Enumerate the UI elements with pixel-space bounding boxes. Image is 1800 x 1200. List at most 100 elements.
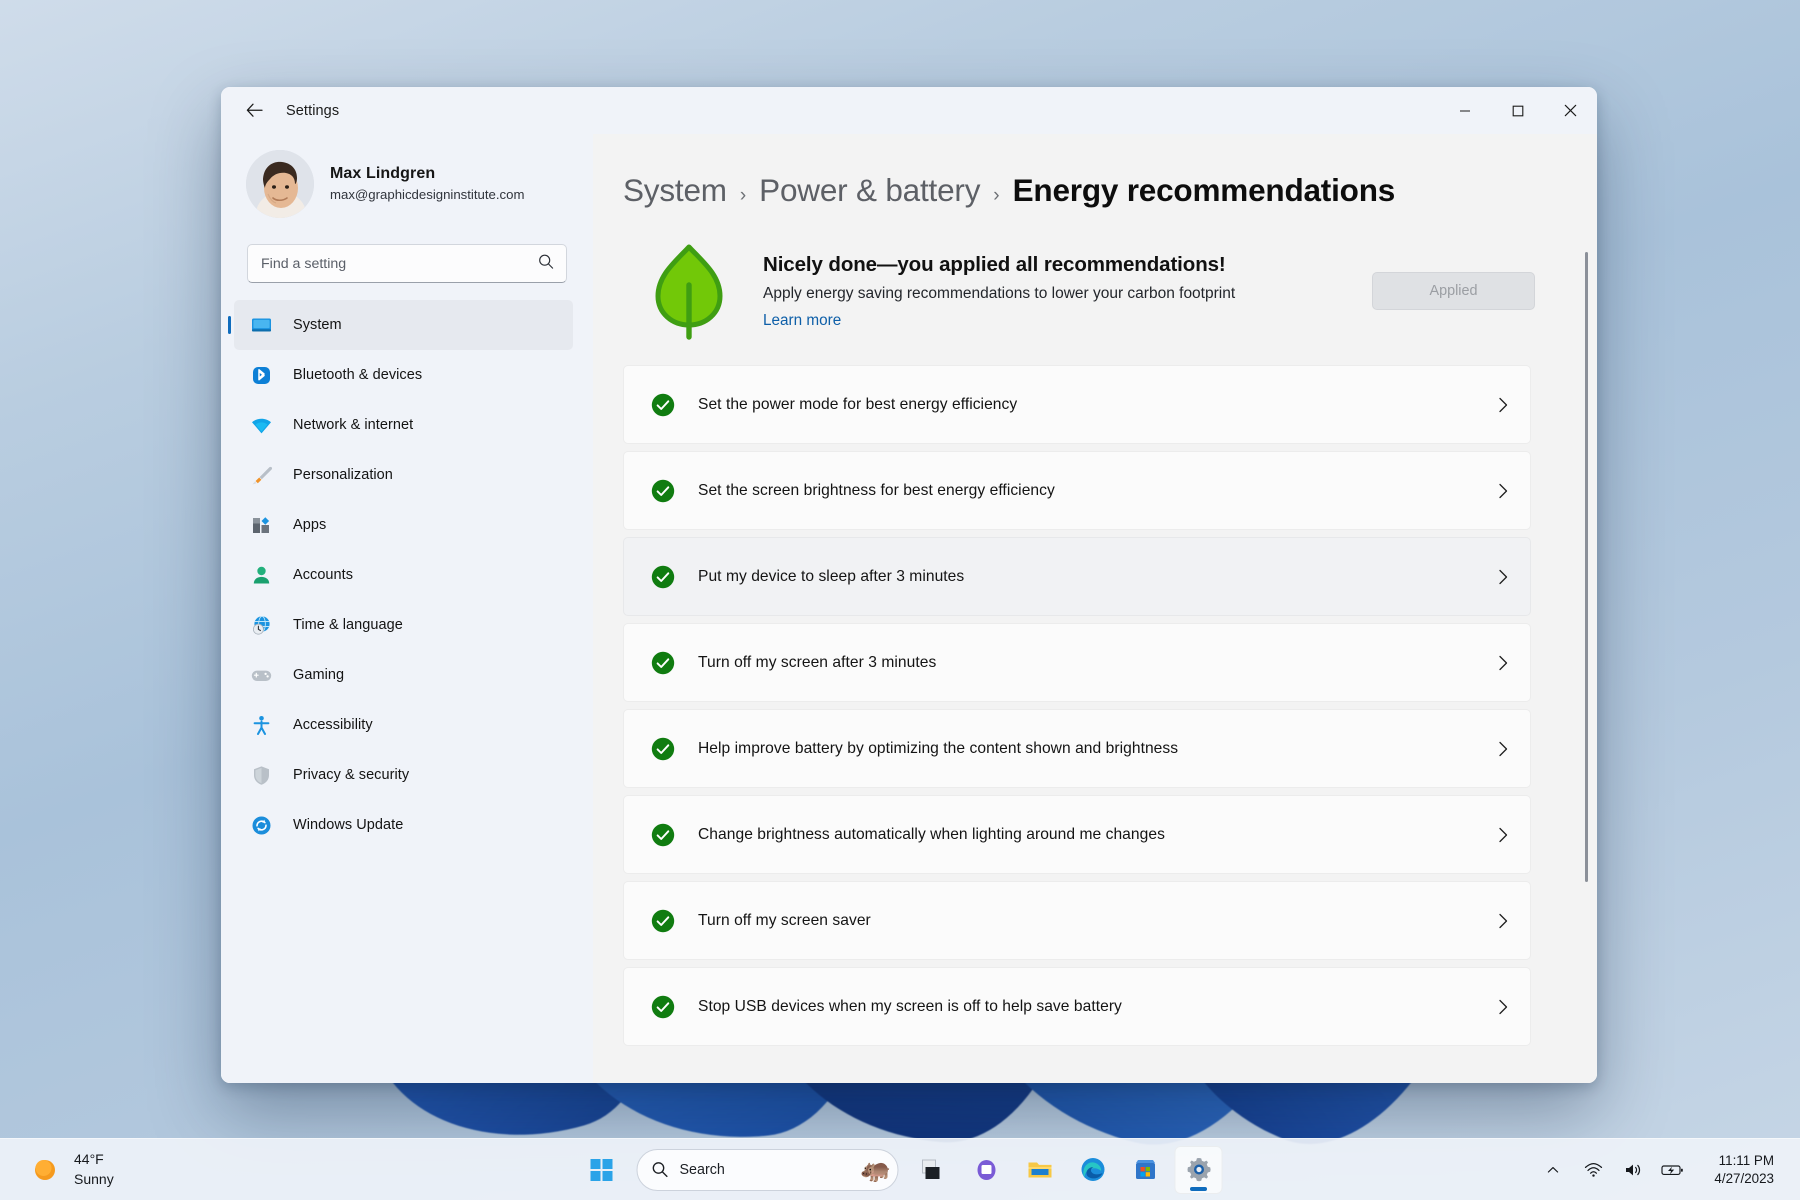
content-pane: System › Power & battery › Energy recomm… (593, 134, 1597, 1083)
account-block[interactable]: Max Lindgren max@graphicdesigninstitute.… (221, 134, 593, 222)
recommendation-label: Set the screen brightness for best energ… (698, 481, 1055, 499)
gamepad-icon (248, 662, 274, 688)
close-button[interactable] (1544, 87, 1597, 134)
wifi-icon (248, 412, 274, 438)
sidebar-item-system[interactable]: System (234, 300, 573, 350)
recommendation-row[interactable]: Set the power mode for best energy effic… (623, 365, 1531, 444)
sidebar-item-accessibility[interactable]: Accessibility (234, 700, 573, 750)
sidebar-nav: System Bluetooth & devices Network & int… (221, 300, 593, 850)
green-leaf-icon (643, 239, 735, 343)
sidebar-item-personalization[interactable]: Personalization (234, 450, 573, 500)
recommendation-row[interactable]: Turn off my screen saver (623, 881, 1531, 960)
sidebar-item-label: Privacy & security (293, 767, 410, 783)
apps-grid-icon (248, 512, 274, 538)
green-check-circle-icon (650, 392, 676, 418)
taskbar-center: Search 🦛 (578, 1145, 1223, 1194)
chevron-right-icon (1496, 568, 1510, 586)
account-name: Max Lindgren (330, 165, 436, 183)
shield-icon (248, 762, 274, 788)
weather-temperature: 44°F (74, 1150, 104, 1167)
recommendation-row[interactable]: Stop USB devices when my screen is off t… (623, 967, 1531, 1046)
wifi-icon[interactable] (1576, 1150, 1610, 1190)
taskbar-search-placeholder: Search (679, 1161, 725, 1178)
sun-icon (30, 1155, 60, 1185)
chevron-right-icon (1496, 482, 1510, 500)
sidebar-item-accounts[interactable]: Accounts (234, 550, 573, 600)
recommendation-row[interactable]: Turn off my screen after 3 minutes (623, 623, 1531, 702)
sidebar-item-gaming[interactable]: Gaming (234, 650, 573, 700)
account-email: max@graphicdesigninstitute.com (330, 187, 525, 203)
sidebar-item-label: System (293, 317, 342, 333)
sidebar-item-label: Network & internet (293, 417, 414, 433)
back-arrow-icon[interactable] (236, 93, 272, 129)
desktop: Settings Max Lindgren max@graphicdesigni… (0, 0, 1800, 1200)
chevron-right-icon (1496, 912, 1510, 930)
recommendation-row[interactable]: Help improve battery by optimizing the c… (623, 709, 1531, 788)
scrollbar-thumb[interactable] (1585, 252, 1588, 882)
start-button-icon[interactable] (578, 1146, 626, 1194)
sidebar-item-bluetooth-devices[interactable]: Bluetooth & devices (234, 350, 573, 400)
weather-condition: Sunny (74, 1170, 114, 1187)
breadcrumb-power-battery[interactable]: Power & battery (759, 172, 980, 209)
window-title: Settings (286, 102, 340, 119)
task-view-icon[interactable] (910, 1146, 958, 1194)
chevron-right-icon (1496, 826, 1510, 844)
file-explorer-icon[interactable] (1016, 1146, 1064, 1194)
green-check-circle-icon (650, 650, 676, 676)
green-check-circle-icon (650, 564, 676, 590)
clock-time: 11:11 PM (1718, 1153, 1774, 1169)
content-scrollbar[interactable] (1583, 252, 1590, 1083)
speaker-icon[interactable] (1616, 1150, 1650, 1190)
clock-date: 4/27/2023 (1714, 1170, 1774, 1186)
clock[interactable]: 11:11 PM 4/27/2023 (1706, 1149, 1782, 1190)
search-input[interactable] (248, 245, 566, 282)
sidebar-item-label: Gaming (293, 667, 345, 683)
search-icon (652, 1161, 669, 1178)
hero-subtitle: Apply energy saving recommendations to l… (763, 284, 1236, 302)
chevron-right-icon (1496, 654, 1510, 672)
edge-browser-icon[interactable] (1069, 1146, 1117, 1194)
hippo-icon: 🦛 (860, 1155, 892, 1183)
battery-charging-icon[interactable] (1656, 1150, 1690, 1190)
minimize-button[interactable] (1438, 87, 1491, 134)
taskbar-search[interactable]: Search 🦛 (636, 1148, 899, 1191)
sidebar-item-privacy-security[interactable]: Privacy & security (234, 750, 573, 800)
sidebar-item-network-internet[interactable]: Network & internet (234, 400, 573, 450)
recommendation-label: Put my device to sleep after 3 minutes (698, 567, 965, 585)
weather-widget[interactable]: 44°F Sunny (20, 1146, 124, 1194)
settings-window: Settings Max Lindgren max@graphicdesigni… (221, 87, 1597, 1083)
sidebar-item-apps[interactable]: Apps (234, 500, 573, 550)
applied-button[interactable]: Applied (1372, 272, 1535, 310)
chevron-right-icon (1496, 740, 1510, 758)
recommendation-row[interactable]: Change brightness automatically when lig… (623, 795, 1531, 874)
person-icon (248, 562, 274, 588)
chat-teams-icon[interactable] (963, 1146, 1011, 1194)
learn-more-link[interactable]: Learn more (763, 312, 841, 330)
sidebar-item-label: Time & language (293, 617, 403, 633)
sidebar-item-windows-update[interactable]: Windows Update (234, 800, 573, 850)
recommendation-label: Turn off my screen after 3 minutes (698, 653, 937, 671)
breadcrumb-system[interactable]: System (623, 172, 727, 209)
search-icon (538, 253, 554, 274)
green-check-circle-icon (650, 478, 676, 504)
paintbrush-icon (248, 462, 274, 488)
recommendations-list: Set the power mode for best energy effic… (623, 365, 1553, 1046)
settings-gear-icon[interactable] (1174, 1145, 1223, 1194)
sidebar-item-label: Apps (293, 517, 327, 533)
search-box[interactable] (247, 244, 567, 283)
maximize-button[interactable] (1491, 87, 1544, 134)
chevron-up-icon[interactable] (1536, 1150, 1570, 1190)
recommendation-label: Help improve battery by optimizing the c… (698, 739, 1179, 757)
chevron-right-icon (1496, 396, 1510, 414)
sidebar-item-time-language[interactable]: Time & language (234, 600, 573, 650)
sidebar: Max Lindgren max@graphicdesigninstitute.… (221, 134, 593, 1083)
sidebar-item-label: Personalization (293, 467, 393, 483)
recommendation-row[interactable]: Set the screen brightness for best energ… (623, 451, 1531, 530)
microsoft-store-icon[interactable] (1122, 1146, 1170, 1194)
recommendation-row[interactable]: Put my device to sleep after 3 minutes (623, 537, 1531, 616)
recommendation-label: Change brightness automatically when lig… (698, 825, 1165, 843)
breadcrumb: System › Power & battery › Energy recomm… (623, 172, 1553, 209)
window-controls (1438, 87, 1597, 134)
hero-title: Nicely done—you applied all recommendati… (763, 252, 1226, 276)
green-check-circle-icon (650, 994, 676, 1020)
